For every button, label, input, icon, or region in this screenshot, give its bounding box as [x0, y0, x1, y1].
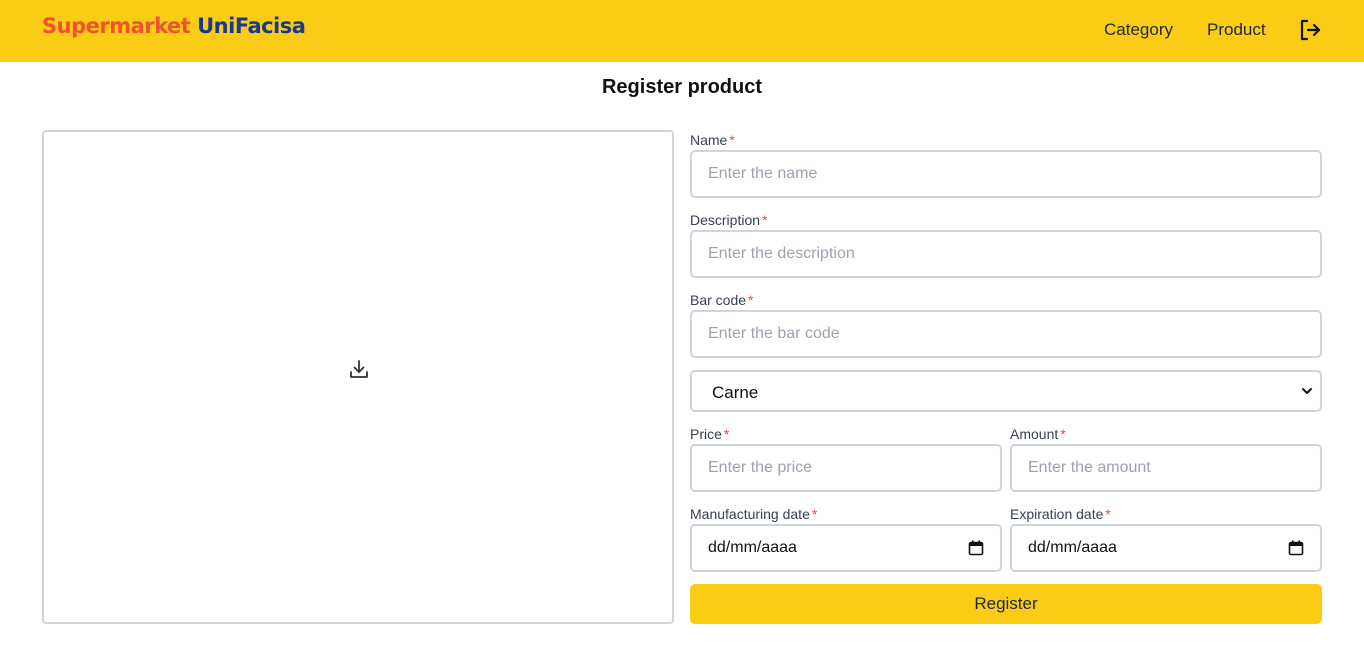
- barcode-input[interactable]: [690, 310, 1322, 358]
- nav-link-product[interactable]: Product: [1207, 20, 1266, 40]
- expiration-date-label-text: Expiration date: [1010, 506, 1104, 522]
- register-button[interactable]: Register: [690, 584, 1322, 624]
- navbar: Supermarket UniFacisa Category Product: [0, 0, 1364, 62]
- required-mark: *: [748, 292, 754, 308]
- image-upload-area[interactable]: [42, 130, 674, 624]
- category-select[interactable]: Carne: [690, 370, 1322, 412]
- manufacturing-date-value: dd/mm/aaaa: [708, 539, 797, 556]
- description-input[interactable]: [690, 230, 1322, 278]
- price-label: Price *: [690, 426, 729, 442]
- manufacturing-date-input[interactable]: dd/mm/aaaa: [690, 524, 1002, 572]
- brand-logo[interactable]: Supermarket UniFacisa: [42, 14, 306, 38]
- amount-label-text: Amount: [1010, 426, 1059, 442]
- logout-icon[interactable]: [1298, 18, 1322, 42]
- amount-input[interactable]: [1010, 444, 1322, 492]
- manufacturing-date-label-text: Manufacturing date: [690, 506, 810, 522]
- chevron-down-icon: [1302, 388, 1312, 394]
- expiration-date-input[interactable]: dd/mm/aaaa: [1010, 524, 1322, 572]
- name-input[interactable]: [690, 150, 1322, 198]
- price-input[interactable]: [690, 444, 1002, 492]
- category-select-value: Carne: [712, 383, 759, 402]
- amount-label: Amount *: [1010, 426, 1066, 442]
- calendar-icon[interactable]: [1288, 540, 1304, 556]
- required-mark: *: [1060, 426, 1066, 442]
- download-icon: [350, 360, 368, 378]
- description-label: Description *: [690, 212, 767, 228]
- manufacturing-date-label: Manufacturing date *: [690, 506, 817, 522]
- required-mark: *: [811, 506, 818, 522]
- expiration-date-value: dd/mm/aaaa: [1028, 539, 1117, 556]
- expiration-date-label: Expiration date *: [1010, 506, 1111, 522]
- required-mark: *: [762, 212, 768, 228]
- description-label-text: Description: [690, 212, 761, 228]
- barcode-label: Bar code *: [690, 292, 754, 308]
- required-mark: *: [1105, 506, 1111, 522]
- brand-name-part1: Supermarket: [42, 14, 191, 38]
- price-label-text: Price: [690, 426, 722, 442]
- required-mark: *: [729, 132, 735, 148]
- page-title: Register product: [601, 76, 763, 98]
- brand-name-part2: UniFacisa: [197, 14, 306, 38]
- calendar-icon[interactable]: [968, 540, 984, 556]
- name-label: Name *: [690, 132, 735, 148]
- barcode-label-text: Bar code: [690, 292, 747, 308]
- nav-link-category[interactable]: Category: [1104, 20, 1173, 40]
- required-mark: *: [723, 426, 730, 442]
- name-label-text: Name: [690, 132, 728, 148]
